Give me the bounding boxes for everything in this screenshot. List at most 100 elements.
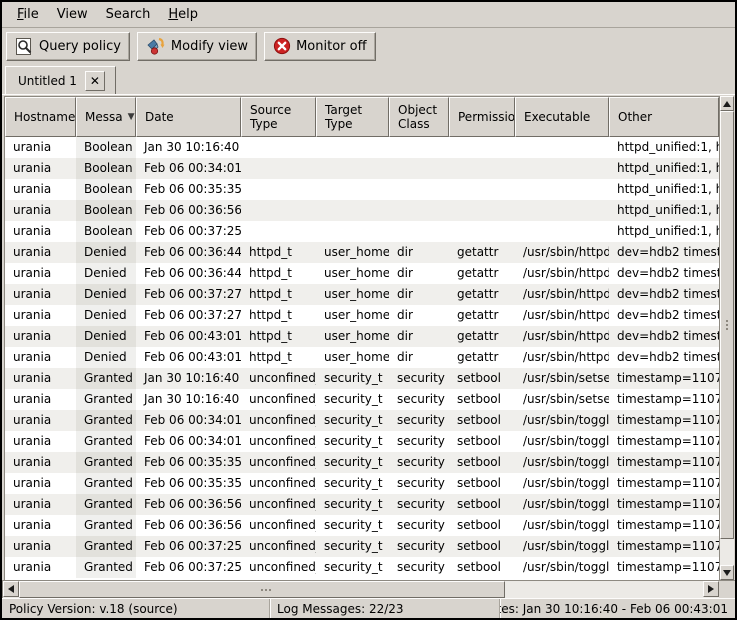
vertical-scrollbar[interactable]: [719, 96, 734, 580]
table-row[interactable]: uraniaDeniedFeb 06 00:36:44httpd_tuser_h…: [5, 263, 719, 284]
scroll-right-button[interactable]: [703, 581, 719, 597]
column-header-messa[interactable]: Messa▼: [76, 97, 136, 137]
table-row[interactable]: uraniaGrantedFeb 06 00:34:01unconfined_s…: [5, 431, 719, 452]
column-header-source-type[interactable]: Source Type: [241, 97, 316, 137]
cell-source-type: [241, 179, 316, 200]
column-header-target-type[interactable]: Target Type: [316, 97, 389, 137]
tab-untitled-1[interactable]: Untitled 1 ✕: [5, 66, 116, 94]
query-policy-icon: [15, 37, 34, 56]
cell-target-type: security_t: [316, 494, 389, 515]
toolbar: Query policy Modify view Mo: [2, 28, 735, 64]
cell-other: timestamp=11076: [609, 557, 719, 578]
cell-target-type: user_home_: [316, 284, 389, 305]
monitor-off-icon: [273, 37, 291, 55]
cell-executable: /usr/sbin/setseb: [515, 368, 609, 389]
cell-permission: setbool: [449, 389, 515, 410]
column-header-other[interactable]: Other: [609, 97, 719, 137]
table-row[interactable]: uraniaBooleanFeb 06 00:34:01httpd_unifie…: [5, 158, 719, 179]
vertical-scroll-thumb[interactable]: [720, 111, 734, 539]
column-header-object-class[interactable]: Object Class: [389, 97, 449, 137]
table-row[interactable]: uraniaDeniedFeb 06 00:43:01httpd_tuser_h…: [5, 347, 719, 368]
cell-messa: Granted: [76, 368, 136, 389]
scroll-down-button[interactable]: [720, 565, 734, 580]
cell-target-type: security_t: [316, 389, 389, 410]
table-row[interactable]: uraniaGrantedFeb 06 00:37:25unconfined_s…: [5, 536, 719, 557]
table-row[interactable]: uraniaBooleanFeb 06 00:35:35httpd_unifie…: [5, 179, 719, 200]
horizontal-scroll-thumb[interactable]: [19, 581, 505, 598]
cell-date: Feb 06 00:37:27: [136, 284, 241, 305]
table-row[interactable]: uraniaGrantedFeb 06 00:37:25unconfined_s…: [5, 557, 719, 578]
table-row[interactable]: uraniaGrantedFeb 06 00:36:56unconfined_s…: [5, 494, 719, 515]
cell-date: Feb 06 00:35:35: [136, 452, 241, 473]
query-policy-button[interactable]: Query policy: [6, 32, 130, 61]
cell-target-type: user_home_: [316, 242, 389, 263]
tab-close-button[interactable]: ✕: [85, 71, 105, 91]
table-row[interactable]: uraniaDeniedFeb 06 00:36:44httpd_tuser_h…: [5, 242, 719, 263]
cell-permission: getattr: [449, 242, 515, 263]
cell-source-type: unconfined_: [241, 431, 316, 452]
cell-target-type: [316, 158, 389, 179]
cell-other: httpd_unified:1, h: [609, 137, 719, 158]
table-row[interactable]: uraniaGrantedFeb 06 00:35:35unconfined_s…: [5, 473, 719, 494]
cell-other: timestamp=11076: [609, 473, 719, 494]
horizontal-scrollbar[interactable]: [2, 580, 735, 598]
horizontal-scroll-track[interactable]: [2, 581, 719, 598]
cell-permission: [449, 137, 515, 158]
cell-hostname: urania: [5, 410, 76, 431]
table-row[interactable]: uraniaGrantedJan 30 10:16:40unconfined_s…: [5, 389, 719, 410]
cell-messa: Granted: [76, 515, 136, 536]
menu-item-search[interactable]: Search: [97, 4, 160, 25]
cell-object-class: security: [389, 557, 449, 578]
cell-source-type: httpd_t: [241, 284, 316, 305]
column-header-label: Executable: [524, 110, 590, 124]
cell-hostname: urania: [5, 557, 76, 578]
table-row[interactable]: uraniaGrantedFeb 06 00:35:35unconfined_s…: [5, 452, 719, 473]
cell-other: httpd_unified:1, h: [609, 221, 719, 242]
cell-executable: /usr/sbin/toggle: [515, 494, 609, 515]
scroll-up-button[interactable]: [720, 96, 734, 111]
cell-date: Jan 30 10:16:40: [136, 368, 241, 389]
vertical-scroll-track[interactable]: [720, 111, 734, 565]
monitor-off-button[interactable]: Monitor off: [264, 32, 375, 61]
cell-permission: setbool: [449, 452, 515, 473]
cell-messa: Denied: [76, 284, 136, 305]
column-header-hostname[interactable]: Hostname: [5, 97, 76, 137]
arrow-up-icon: [723, 101, 731, 107]
menu-item-help[interactable]: Help: [159, 4, 207, 25]
table-row[interactable]: uraniaBooleanFeb 06 00:37:25httpd_unifie…: [5, 221, 719, 242]
table-row[interactable]: uraniaGrantedFeb 06 00:36:56unconfined_s…: [5, 515, 719, 536]
cell-source-type: httpd_t: [241, 347, 316, 368]
cell-executable: [515, 158, 609, 179]
cell-other: dev=hdb2 timesta: [609, 284, 719, 305]
cell-object-class: dir: [389, 284, 449, 305]
table-row[interactable]: uraniaGrantedFeb 06 00:34:01unconfined_s…: [5, 410, 719, 431]
cell-permission: [449, 179, 515, 200]
table-row[interactable]: uraniaDeniedFeb 06 00:37:27httpd_tuser_h…: [5, 305, 719, 326]
cell-source-type: unconfined_: [241, 452, 316, 473]
tab-label: Untitled 1: [18, 74, 77, 88]
column-header-label: Messa: [85, 110, 123, 124]
table-row[interactable]: uraniaDeniedFeb 06 00:43:01httpd_tuser_h…: [5, 326, 719, 347]
log-table-area: HostnameMessa▼Date Source TypeTarget Type…: [2, 94, 735, 580]
scroll-left-button[interactable]: [3, 581, 19, 597]
cell-executable: /usr/sbin/toggle: [515, 536, 609, 557]
table-row[interactable]: uraniaBooleanJan 30 10:16:40httpd_unifie…: [5, 137, 719, 158]
table-header: HostnameMessa▼Date Source TypeTarget Type…: [5, 97, 719, 137]
menu-item-view[interactable]: View: [48, 4, 97, 25]
cell-hostname: urania: [5, 284, 76, 305]
column-header-executable[interactable]: Executable: [515, 97, 609, 137]
menu-item-file[interactable]: File: [8, 4, 48, 25]
column-header-date[interactable]: Date: [136, 97, 241, 137]
cell-target-type: user_home_: [316, 347, 389, 368]
table-row[interactable]: uraniaGrantedJan 30 10:16:40unconfined_s…: [5, 368, 719, 389]
cell-hostname: urania: [5, 158, 76, 179]
modify-view-button[interactable]: Modify view: [137, 32, 257, 61]
column-header-permission[interactable]: Permission: [449, 97, 515, 137]
modify-view-label: Modify view: [171, 39, 248, 54]
cell-object-class: [389, 221, 449, 242]
log-table: HostnameMessa▼Date Source TypeTarget Type…: [4, 96, 719, 580]
table-row[interactable]: uraniaDeniedFeb 06 00:37:27httpd_tuser_h…: [5, 284, 719, 305]
cell-object-class: security: [389, 515, 449, 536]
table-row[interactable]: uraniaBooleanFeb 06 00:36:56httpd_unifie…: [5, 200, 719, 221]
column-header-label: Source Type: [250, 103, 311, 132]
